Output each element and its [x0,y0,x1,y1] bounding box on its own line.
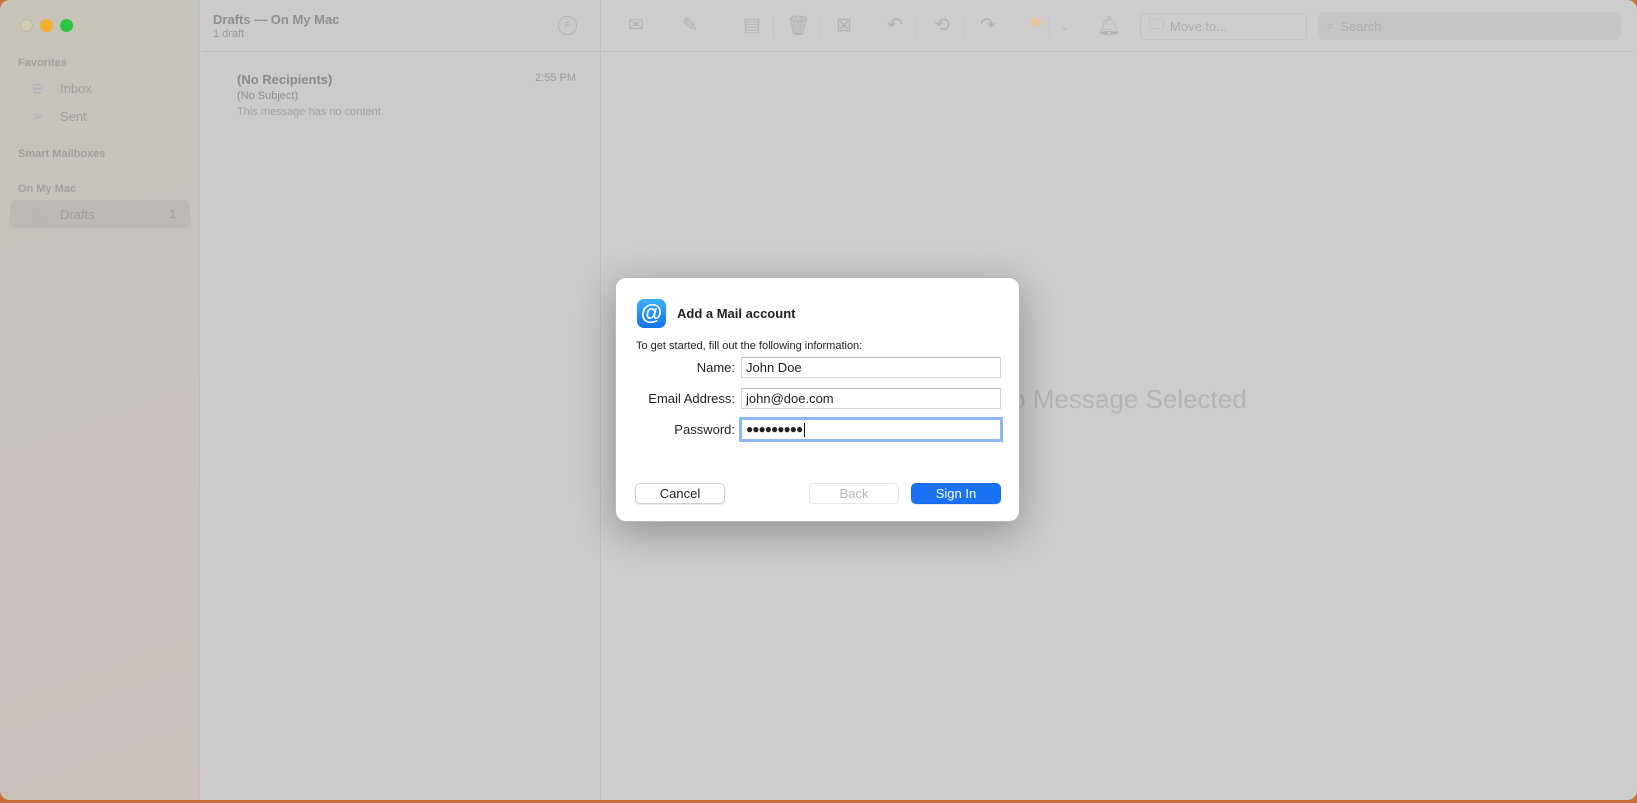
unread-count: 1 [169,207,176,221]
dialog-title: Add a Mail account [677,306,796,321]
name-field[interactable]: John Doe [741,357,1001,378]
text-cursor [804,422,806,437]
message-list: Drafts — On My Mac 1 draft ≡ (No Recipie… [201,0,601,800]
reply-all-icon[interactable]: ⟲ [929,14,955,37]
toolbar: ✉ ✎ ▤ 🗑 ⊠ ↶ ⟲ ↷ ⚑ ⌄ 🔔︎ 🗀 Move to... ⌕ Sear… [602,0,1637,52]
sidebar-item-inbox[interactable]: ⊟ Inbox [10,74,190,102]
move-to-button[interactable]: 🗀 Move to... [1140,13,1307,40]
password-field[interactable]: ●●●●●●●●● [739,417,1003,442]
bell-icon[interactable]: 🔔︎ [1096,14,1122,38]
archive-icon[interactable]: ▤ [739,14,765,37]
minimize-button[interactable] [40,19,53,32]
email-field[interactable]: john@doe.com [741,388,1001,409]
search-field[interactable]: ⌕ Search [1318,12,1621,40]
section-on-my-mac[interactable]: On My Mac [18,183,76,195]
message-time: 2:55 PM [535,72,576,84]
flag-icon[interactable]: ⚑ [1023,14,1049,37]
document-icon: ▯ [34,205,42,222]
divider [916,16,917,38]
dialog-subtitle: To get started, fill out the following i… [636,340,863,352]
chevron-down-icon[interactable]: ⌄ [1052,20,1078,33]
move-to-label: Move to... [1170,19,1228,34]
divider [963,16,964,38]
message-preview: This message has no content. [237,106,384,118]
sidebar-item-label: Inbox [60,80,92,96]
envelope-icon[interactable]: ✉ [623,14,649,37]
cancel-button[interactable]: Cancel [635,483,725,504]
sidebar-item-sent[interactable]: ➢ Sent [10,102,190,130]
divider [1049,16,1050,38]
sidebar-item-label: Sent [60,108,87,124]
message-subject: (No Subject) [237,90,299,102]
list-header: Drafts — On My Mac 1 draft ≡ [201,0,600,52]
trash-icon[interactable]: 🗑 [785,14,811,38]
zoom-button[interactable] [60,19,73,32]
name-label: Name: [696,360,735,375]
sign-in-button[interactable]: Sign In [911,483,1001,504]
junk-icon[interactable]: ⊠ [831,14,857,37]
sidebar-item-drafts[interactable]: ▯ Drafts 1 [10,200,190,228]
email-label: Email Address: [648,391,735,406]
section-smart-mailboxes[interactable]: Smart Mailboxes [18,148,105,160]
search-icon: ⌕ [1327,18,1335,33]
message-sender: (No Recipients) [237,72,333,87]
password-value: ●●●●●●●●● [746,422,803,436]
sidebar: Favorites ⊟ Inbox ➢ Sent Smart Mailboxes O… [0,0,200,800]
sidebar-item-label: Drafts [60,206,95,222]
section-favorites: Favorites [18,57,67,69]
paper-plane-icon: ➢ [32,107,44,124]
filter-icon[interactable]: ≡ [558,16,577,35]
forward-icon[interactable]: ↷ [975,14,1001,37]
reply-icon[interactable]: ↶ [882,14,908,37]
divider [819,16,820,38]
compose-icon[interactable]: ✎ [677,14,703,37]
folder-icon: 🗀 [1149,16,1165,33]
password-label: Password: [674,422,735,437]
list-item[interactable]: (No Recipients) 2:55 PM (No Subject) Thi… [201,60,600,122]
close-button[interactable] [20,19,33,32]
inbox-icon: ⊟ [32,79,44,96]
divider [773,16,774,38]
back-button[interactable]: Back [809,483,899,504]
mailbox-title: Drafts — On My Mac [213,12,340,27]
search-placeholder: Search [1340,18,1382,34]
add-mail-account-dialog: @ Add a Mail account To get started, fil… [615,277,1020,522]
mailbox-count: 1 draft [213,28,245,40]
at-sign-icon: @ [637,299,666,328]
